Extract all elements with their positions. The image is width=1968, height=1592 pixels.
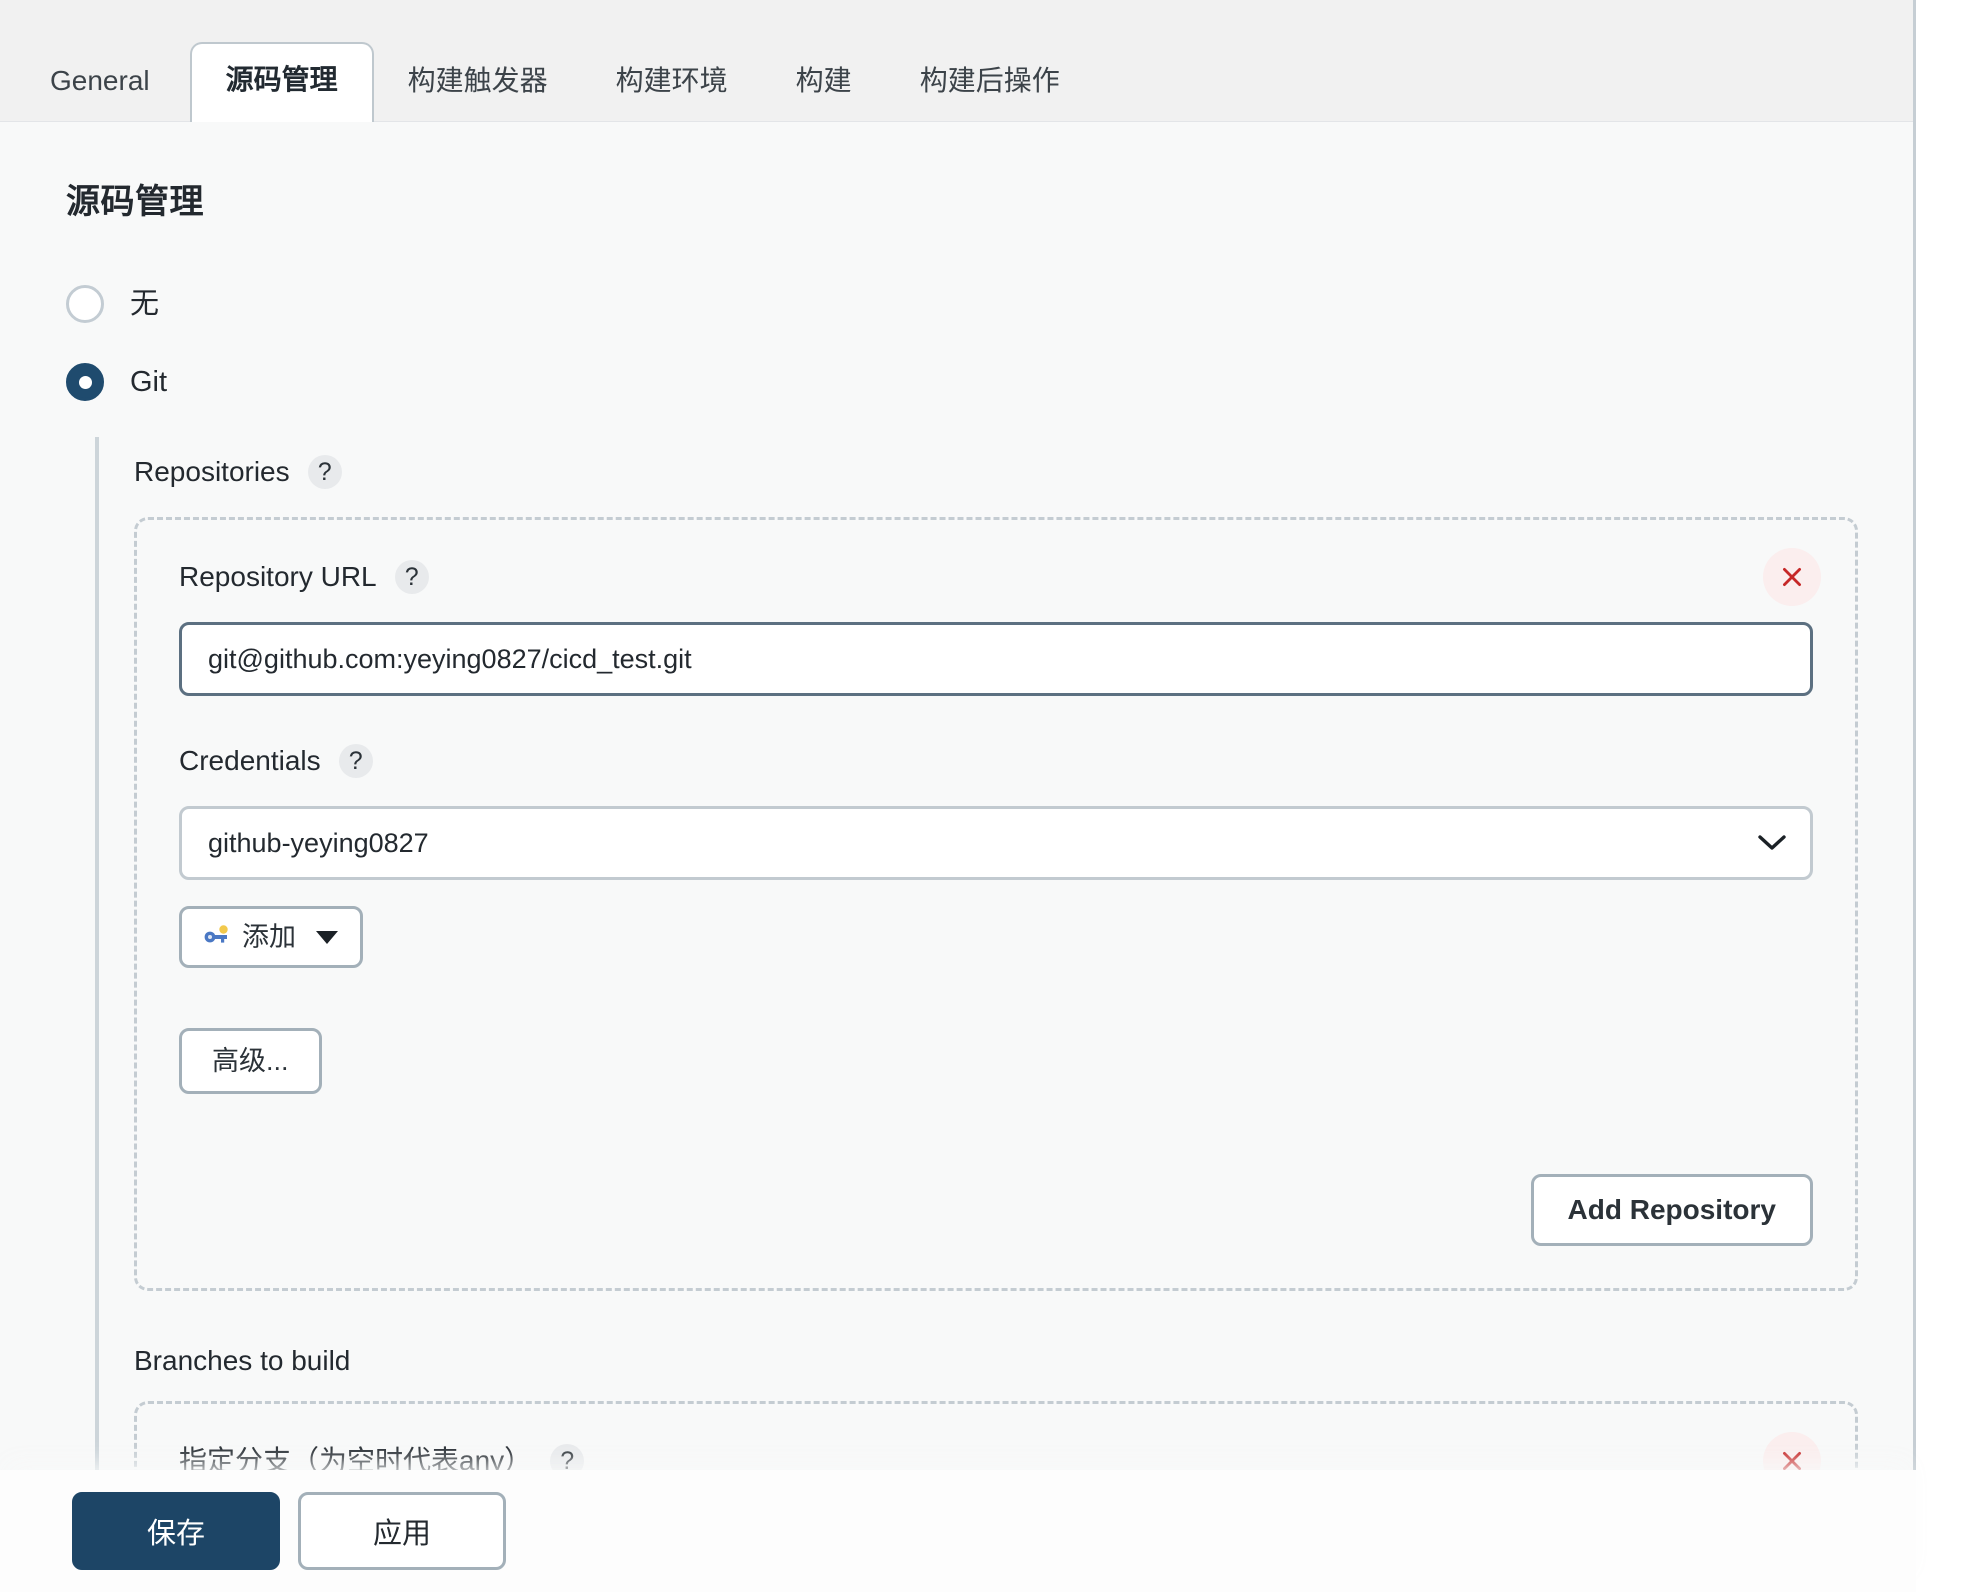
credentials-selected-value: github-yeying0827 <box>208 828 429 859</box>
repository-url-input[interactable] <box>179 622 1813 696</box>
advanced-button[interactable]: 高级... <box>179 1028 322 1094</box>
add-repository-row: Add Repository <box>179 1174 1813 1246</box>
add-repository-button[interactable]: Add Repository <box>1531 1174 1813 1246</box>
git-settings-group: Repositories ? Repository URL ? <box>95 437 1913 1541</box>
page-title: 源码管理 <box>66 174 1913 223</box>
form-action-bar: 保存 应用 <box>0 1470 1916 1592</box>
credentials-select[interactable]: github-yeying0827 <box>179 806 1813 880</box>
close-icon <box>1779 564 1805 590</box>
repositories-help-icon[interactable]: ? <box>308 455 342 489</box>
save-button[interactable]: 保存 <box>72 1492 280 1570</box>
repository-url-label: Repository URL ? <box>179 560 1813 594</box>
scm-option-none[interactable]: 无 <box>66 285 1913 323</box>
scm-option-none-label: 无 <box>130 290 159 319</box>
credentials-select-wrap: github-yeying0827 <box>179 806 1813 880</box>
add-credentials-button[interactable]: 添加 <box>179 906 363 968</box>
app-content-column: General 源码管理 构建触发器 构建环境 构建 构建后操作 源码管理 无 … <box>0 0 1916 1592</box>
repository-block: Repository URL ? Credentials ? github-ye… <box>134 517 1858 1291</box>
radio-git[interactable] <box>66 363 104 401</box>
jenkins-job-config-page: General 源码管理 构建触发器 构建环境 构建 构建后操作 源码管理 无 … <box>0 0 1968 1592</box>
delete-repository-button[interactable] <box>1763 548 1821 606</box>
key-icon <box>204 924 230 951</box>
tab-build[interactable]: 构建 <box>762 45 886 121</box>
tab-build-triggers[interactable]: 构建触发器 <box>374 45 582 121</box>
scm-option-git[interactable]: Git <box>66 363 1913 401</box>
tab-general[interactable]: General <box>4 45 190 121</box>
credentials-label-text: Credentials <box>179 747 321 775</box>
credentials-label: Credentials ? <box>179 744 1813 778</box>
branches-section-label: Branches to build <box>134 1347 1913 1375</box>
repository-url-label-text: Repository URL <box>179 563 377 591</box>
apply-button[interactable]: 应用 <box>298 1492 506 1570</box>
tab-post-build-actions[interactable]: 构建后操作 <box>886 45 1094 121</box>
config-tab-bar: General 源码管理 构建触发器 构建环境 构建 构建后操作 <box>0 0 1913 122</box>
caret-down-icon <box>316 931 338 944</box>
radio-none[interactable] <box>66 285 104 323</box>
tab-build-environment[interactable]: 构建环境 <box>582 45 762 121</box>
scm-option-git-label: Git <box>130 368 167 397</box>
credentials-help-icon[interactable]: ? <box>339 744 373 778</box>
repositories-section-label: Repositories ? <box>134 437 1913 489</box>
tab-source-code-management[interactable]: 源码管理 <box>190 42 374 122</box>
config-content: 源码管理 无 Git Repositories ? <box>0 122 1913 1592</box>
repository-url-help-icon[interactable]: ? <box>395 560 429 594</box>
repositories-label-text: Repositories <box>134 458 290 486</box>
add-credentials-label: 添加 <box>242 924 296 951</box>
